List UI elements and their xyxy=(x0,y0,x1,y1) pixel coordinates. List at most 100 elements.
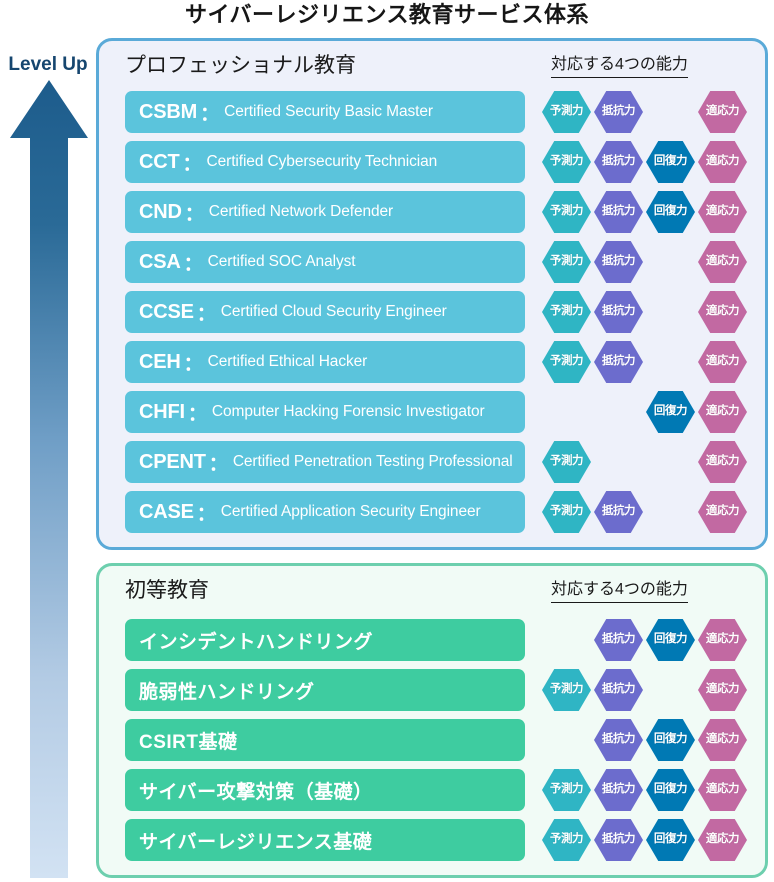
capability-badges: 予測力 抵抗力 適応力 xyxy=(539,669,765,711)
capability-badge-yosoku: 予測力 xyxy=(542,441,591,483)
capability-badge-tekiou: 適応力 xyxy=(698,719,747,761)
panel-heading-elementary: 初等教育 xyxy=(125,579,209,602)
capability-badge-teikou: 抵抗力 xyxy=(594,91,643,133)
course-row: CCT： Certified Cybersecurity Technician 予測… xyxy=(99,141,765,183)
capability-badge-yosoku: 予測力 xyxy=(542,819,591,861)
capability-badges: 予測力 抵抗力 適応力 xyxy=(539,91,765,133)
capability-badge-yosoku: 予測力 xyxy=(542,191,591,233)
course-name: Certified Ethical Hacker xyxy=(207,353,368,370)
capability-badge-tekiou: 適応力 xyxy=(698,619,747,661)
capability-badge-teikou: 抵抗力 xyxy=(594,191,643,233)
course-row: サイバー攻撃対策（基礎） 予測力 抵抗力 回復力 適応力 xyxy=(99,769,765,811)
course-colon: ： xyxy=(187,403,207,425)
course-bar[interactable]: CPENT： Certified Penetration Testing Prof… xyxy=(125,441,525,483)
course-bar[interactable]: CCSE： Certified Cloud Security Engineer xyxy=(125,291,525,333)
up-arrow-icon xyxy=(10,80,88,878)
course-row: インシデントハンドリング 抵抗力 回復力 適応力 xyxy=(99,619,765,661)
course-code: CPENT xyxy=(139,450,206,473)
capabilities-heading-elementary: 対応する4つの能力 xyxy=(551,579,688,603)
course-code: CND xyxy=(139,200,182,223)
capability-badge-kaifuku: 回復力 xyxy=(646,191,695,233)
capability-badge-teikou: 抵抗力 xyxy=(594,819,643,861)
course-name: Certified Cloud Security Engineer xyxy=(220,303,447,320)
course-code: CSBM xyxy=(139,100,198,123)
course-bar[interactable]: CND： Certified Network Defender xyxy=(125,191,525,233)
course-row: CSBM： Certified Security Basic Master 予測力抵… xyxy=(99,91,765,133)
capability-badge-tekiou: 適応力 xyxy=(698,669,747,711)
course-code: CHFI xyxy=(139,400,185,423)
capability-badge-teikou: 抵抗力 xyxy=(594,719,643,761)
capability-badge-yosoku: 予測力 xyxy=(542,341,591,383)
capability-badges: 予測力 抵抗力 回復力 適応力 xyxy=(539,191,765,233)
course-bar[interactable]: CEH： Certified Ethical Hacker xyxy=(125,341,525,383)
capability-badge-kaifuku: 回復力 xyxy=(646,619,695,661)
panel-elementary-education: 初等教育 対応する4つの能力 インシデントハンドリング 抵抗力 回復力 適応力 脆弱性ハ… xyxy=(96,563,768,878)
course-name: CSIRT基礎 xyxy=(139,731,238,753)
course-name: Certified Penetration Testing Profession… xyxy=(232,453,513,470)
capability-badge-teikou: 抵抗力 xyxy=(594,491,643,533)
capability-badge-tekiou: 適応力 xyxy=(698,241,747,283)
panel-heading-professional: プロフェッショナル教育 xyxy=(125,54,356,77)
level-up-indicator: Level Up xyxy=(0,52,96,880)
course-row: CPENT： Certified Penetration Testing Prof… xyxy=(99,441,765,483)
capability-badge-yosoku: 予測力 xyxy=(542,491,591,533)
capability-badges: 予測力 抵抗力 適応力 xyxy=(539,291,765,333)
capability-badge-yosoku: 予測力 xyxy=(542,241,591,283)
capability-badge-teikou: 抵抗力 xyxy=(594,669,643,711)
course-colon: ： xyxy=(196,503,216,525)
course-code: CCSE xyxy=(139,300,194,323)
capabilities-heading-professional: 対応する4つの能力 xyxy=(551,54,688,78)
capability-badges: 予測力 抵抗力 回復力 適応力 xyxy=(539,769,765,811)
course-code: CCT xyxy=(139,150,180,173)
course-name: Certified SOC Analyst xyxy=(207,253,356,270)
capability-badge-tekiou: 適応力 xyxy=(698,491,747,533)
course-name: Certified Application Security Engineer xyxy=(220,503,481,520)
capability-badges: 予測力 適応力 xyxy=(539,441,765,483)
course-bar[interactable]: サイバー攻撃対策（基礎） xyxy=(125,769,525,811)
capability-badges: 予測力 抵抗力 適応力 xyxy=(539,491,765,533)
course-bar[interactable]: CCT： Certified Cybersecurity Technician xyxy=(125,141,525,183)
capability-badge-teikou: 抵抗力 xyxy=(594,619,643,661)
course-colon: ： xyxy=(208,453,228,475)
course-row: CHFI： Computer Hacking Forensic Investiga… xyxy=(99,391,765,433)
course-colon: ： xyxy=(184,203,204,225)
course-bar[interactable]: 脆弱性ハンドリング xyxy=(125,669,525,711)
course-row: CASE： Certified Application Security Engi… xyxy=(99,491,765,533)
capability-badge-yosoku: 予測力 xyxy=(542,91,591,133)
course-bar[interactable]: CSA： Certified SOC Analyst xyxy=(125,241,525,283)
course-name: 脆弱性ハンドリング xyxy=(139,681,315,703)
capability-badge-kaifuku: 回復力 xyxy=(646,769,695,811)
course-bar[interactable]: インシデントハンドリング xyxy=(125,619,525,661)
capability-badge-kaifuku: 回復力 xyxy=(646,719,695,761)
panel-professional-education: プロフェッショナル教育 対応する4つの能力 CSBM： Certified Sec… xyxy=(96,38,768,550)
capability-badge-teikou: 抵抗力 xyxy=(594,341,643,383)
capability-badges: 回復力 適応力 xyxy=(539,391,765,433)
capability-badges: 予測力 抵抗力 適応力 xyxy=(539,341,765,383)
capability-badge-tekiou: 適応力 xyxy=(698,91,747,133)
course-bar[interactable]: CSIRT基礎 xyxy=(125,719,525,761)
capability-badge-kaifuku: 回復力 xyxy=(646,819,695,861)
capability-badge-teikou: 抵抗力 xyxy=(594,141,643,183)
capability-badge-tekiou: 適応力 xyxy=(698,341,747,383)
capability-badge-tekiou: 適応力 xyxy=(698,191,747,233)
capability-badges: 予測力 抵抗力 適応力 xyxy=(539,241,765,283)
capability-badge-teikou: 抵抗力 xyxy=(594,241,643,283)
page-title: サイバーレジリエンス教育サービス体系 xyxy=(184,2,590,27)
course-row: 脆弱性ハンドリング 予測力 抵抗力 適応力 xyxy=(99,669,765,711)
course-bar[interactable]: CASE： Certified Application Security Engi… xyxy=(125,491,525,533)
level-up-label: Level Up xyxy=(8,54,88,75)
course-name: インシデントハンドリング xyxy=(139,631,374,653)
capability-badge-tekiou: 適応力 xyxy=(698,769,747,811)
course-colon: ： xyxy=(196,303,216,325)
capability-badge-tekiou: 適応力 xyxy=(698,391,747,433)
course-name: Certified Cybersecurity Technician xyxy=(206,153,438,170)
course-row: CEH： Certified Ethical Hacker 予測力 抵抗力 適応力 xyxy=(99,341,765,383)
capability-badges: 抵抗力 回復力 適応力 xyxy=(539,719,765,761)
capability-badge-tekiou: 適応力 xyxy=(698,141,747,183)
capability-badge-yosoku: 予測力 xyxy=(542,291,591,333)
course-name: サイバーレジリエンス基礎 xyxy=(139,831,373,853)
course-bar[interactable]: CHFI： Computer Hacking Forensic Investiga… xyxy=(125,391,525,433)
course-bar[interactable]: サイバーレジリエンス基礎 xyxy=(125,819,525,861)
course-bar[interactable]: CSBM： Certified Security Basic Master xyxy=(125,91,525,133)
course-name: Computer Hacking Forensic Investigator xyxy=(211,403,485,420)
